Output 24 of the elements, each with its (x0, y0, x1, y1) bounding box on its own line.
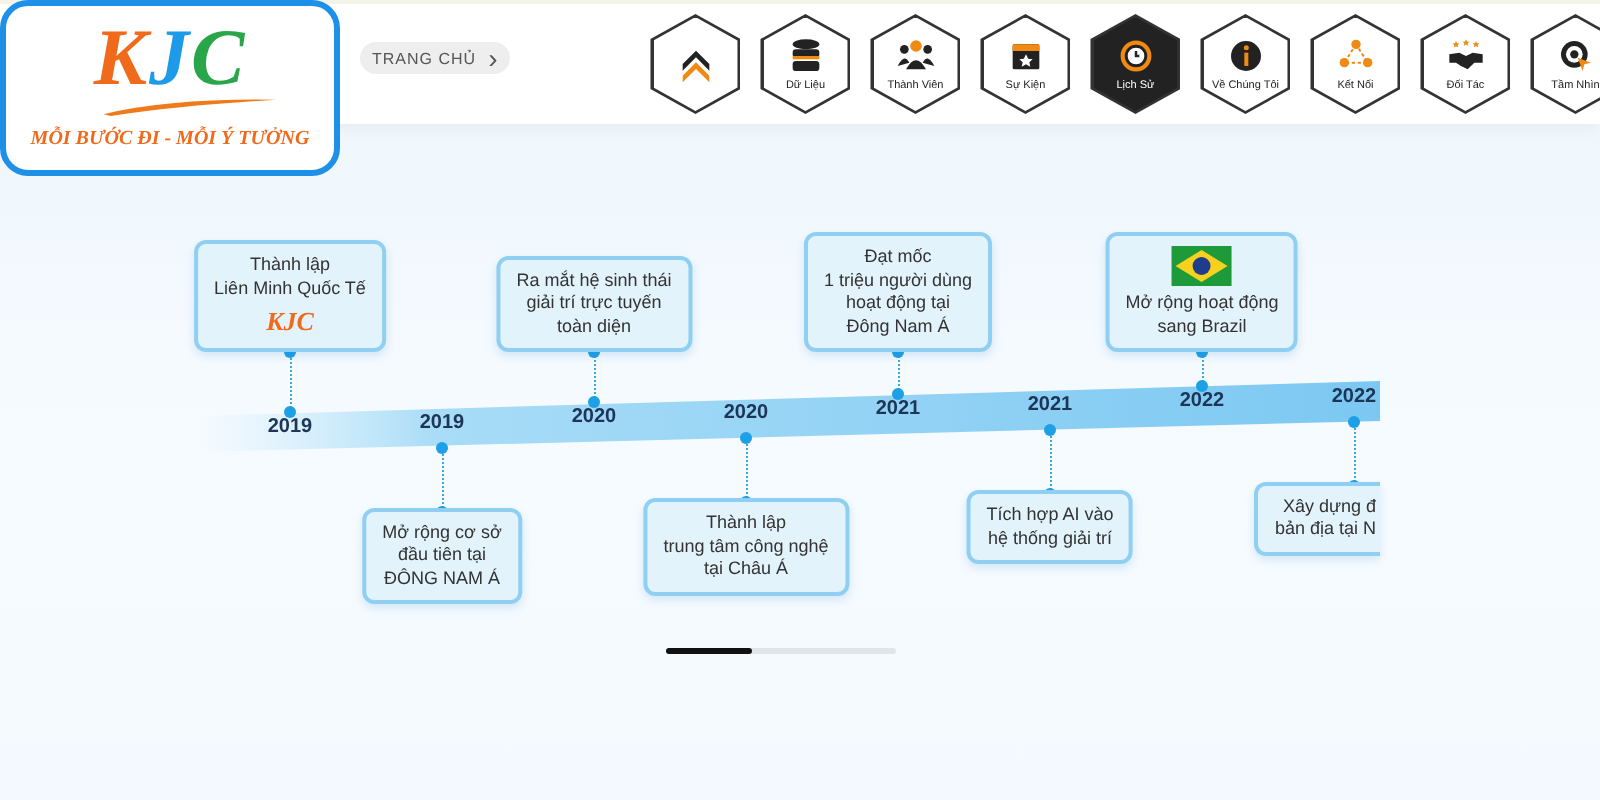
year-label: 2021 (1027, 394, 1073, 417)
year-label: 2019 (419, 411, 465, 434)
event-text: Tích hợp AI vào hệ thống giải trí (986, 504, 1114, 551)
event-text: Thành lập Liên Minh Quốc Tế (214, 254, 366, 300)
target-icon (1555, 36, 1596, 76)
scroll-thumb[interactable] (666, 648, 752, 654)
event-text: Mở rộng hoạt động sang Brazil (1125, 292, 1279, 338)
year-label: 2022 (1331, 385, 1377, 408)
event-text: Mở rộng cơ sở đầu tiên tại ĐÔNG NAM Á (382, 521, 502, 591)
event-text: Ra mắt hệ sinh thái giải trí trực tuyến toàn diện (516, 269, 672, 338)
year-label: 2020 (723, 402, 769, 425)
event-text: Đạt mốc 1 triệu người dùng hoạt động tại Đông Nam Á (824, 246, 972, 338)
scroll-track[interactable] (666, 648, 896, 654)
event-text: Thành lập trung tâm công nghệ tại Châu Á (663, 512, 829, 582)
event-text: Xây dựng đ bản địa tại N (1274, 495, 1376, 542)
logo-text: KJC (266, 306, 314, 338)
year-label: 2022 (1179, 389, 1225, 412)
year-label: 2021 (875, 398, 921, 421)
info-icon (1225, 36, 1266, 76)
year-label: 2019 (267, 415, 313, 438)
breadcrumb-link[interactable]: TRANG CHỦ › (360, 42, 511, 74)
flag-icon (1170, 246, 1234, 286)
year-label: 2020 (571, 406, 617, 429)
history-icon (1115, 36, 1156, 76)
